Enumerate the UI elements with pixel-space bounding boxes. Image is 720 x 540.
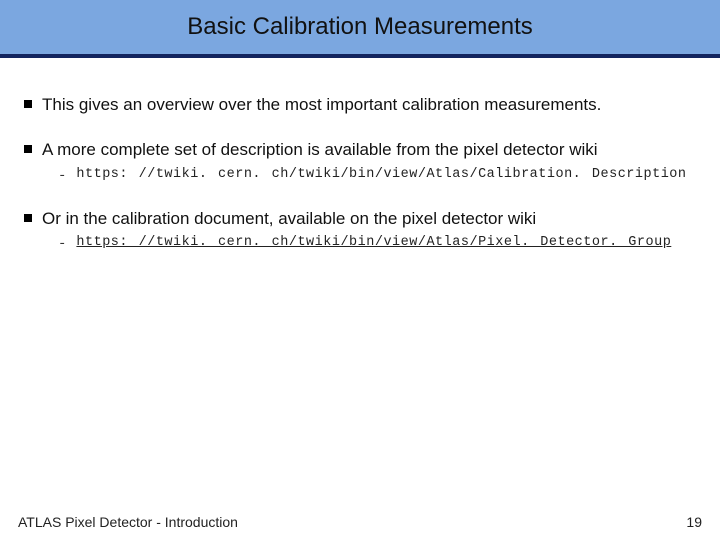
page-number: 19 bbox=[686, 514, 702, 530]
sub-list: - https: //twiki. cern. ch/twiki/bin/vie… bbox=[58, 235, 696, 252]
bullet-list: This gives an overview over the most imp… bbox=[24, 94, 696, 252]
bullet-icon bbox=[24, 100, 32, 108]
sub-link[interactable]: https: //twiki. cern. ch/twiki/bin/view/… bbox=[76, 235, 671, 250]
footer: ATLAS Pixel Detector - Introduction 19 bbox=[0, 514, 720, 530]
list-item: Or in the calibration document, availabl… bbox=[24, 208, 696, 252]
bullet-text: Or in the calibration document, availabl… bbox=[42, 208, 536, 229]
dash-icon: - bbox=[58, 168, 66, 184]
list-item: This gives an overview over the most imp… bbox=[24, 94, 696, 115]
list-item: A more complete set of description is av… bbox=[24, 139, 696, 183]
bullet-text: This gives an overview over the most imp… bbox=[42, 94, 601, 115]
slide: Basic Calibration Measurements This give… bbox=[0, 0, 720, 540]
slide-body: This gives an overview over the most imp… bbox=[0, 58, 720, 540]
bullet-text: A more complete set of description is av… bbox=[42, 139, 598, 160]
bullet-icon bbox=[24, 145, 32, 153]
footer-text: ATLAS Pixel Detector - Introduction bbox=[18, 514, 238, 530]
sub-list-item: - https: //twiki. cern. ch/twiki/bin/vie… bbox=[58, 235, 696, 252]
slide-title: Basic Calibration Measurements bbox=[187, 13, 532, 41]
sub-list: - https: //twiki. cern. ch/twiki/bin/vie… bbox=[58, 167, 696, 184]
bullet-icon bbox=[24, 214, 32, 222]
dash-icon: - bbox=[58, 236, 66, 252]
title-bar: Basic Calibration Measurements bbox=[0, 0, 720, 54]
sub-text: https: //twiki. cern. ch/twiki/bin/view/… bbox=[76, 167, 686, 182]
sub-list-item: - https: //twiki. cern. ch/twiki/bin/vie… bbox=[58, 167, 696, 184]
